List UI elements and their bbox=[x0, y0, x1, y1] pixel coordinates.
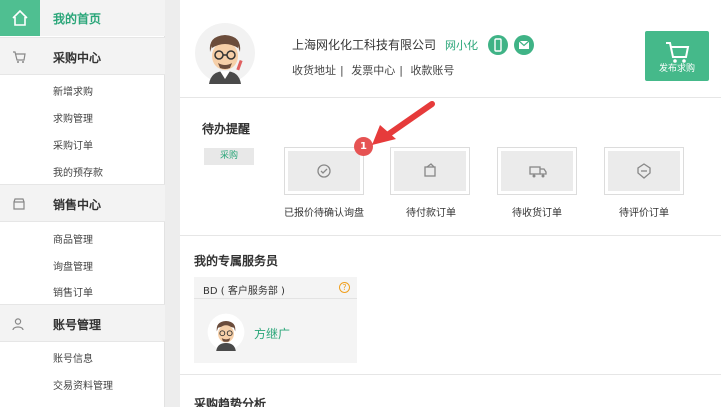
question-icon[interactable]: ? bbox=[339, 282, 350, 293]
company-name: 上海网化化工科技有限公司 bbox=[292, 38, 437, 52]
divider bbox=[180, 374, 721, 375]
sidebar-item-trade-docs[interactable]: 交易资料管理 bbox=[53, 377, 113, 392]
link-separator: | bbox=[340, 64, 344, 77]
rating-icon bbox=[637, 163, 651, 179]
sidebar: 我的首页 采购中心 新增求购 求购管理 采购订单 我的预存款 销售中心 商品管理… bbox=[0, 0, 165, 407]
user-nickname: 网小化 bbox=[445, 39, 478, 52]
service-title: 我的专属服务员 bbox=[194, 254, 279, 268]
sidebar-item-home[interactable]: 我的首页 bbox=[0, 0, 165, 36]
todo-label-pending-receipt: 待收货订单 bbox=[512, 208, 562, 219]
sidebar-item-products[interactable]: 商品管理 bbox=[53, 231, 93, 246]
todo-item-quoted-inquiry[interactable] bbox=[284, 147, 364, 195]
sidebar-item-prepaid[interactable]: 我的预存款 bbox=[53, 164, 103, 179]
sidebar-section-purchase[interactable]: 采购中心 bbox=[0, 37, 165, 75]
link-payment-account[interactable]: 收款账号 bbox=[410, 64, 454, 77]
link-invoice-center[interactable]: 发票中心 bbox=[351, 64, 395, 77]
service-rep-name[interactable]: 方继广 bbox=[254, 325, 290, 342]
trend-title: 采购趋势分析 bbox=[194, 397, 267, 407]
check-circle-icon bbox=[317, 164, 331, 178]
divider bbox=[180, 235, 721, 236]
payment-icon bbox=[424, 163, 436, 177]
service-card-header: BD ( 客户服务部 ) ? bbox=[194, 277, 357, 299]
main-panel: 上海网化化工科技有限公司 网小化 收货地址 | 发票中心 | 收款账号 发布求购 待… bbox=[180, 0, 721, 407]
link-separator: | bbox=[399, 64, 403, 77]
profile-links: 收货地址 | 发票中心 | 收款账号 bbox=[292, 62, 458, 78]
sidebar-item-inquiries[interactable]: 询盘管理 bbox=[53, 258, 93, 273]
sidebar-section-sales[interactable]: 销售中心 bbox=[0, 184, 165, 222]
sidebar-home-label: 我的首页 bbox=[53, 12, 102, 26]
todo-title: 待办提醒 bbox=[202, 122, 251, 136]
truck-icon bbox=[529, 166, 547, 178]
todo-item-pending-payment[interactable] bbox=[390, 147, 470, 195]
cart-icon bbox=[13, 51, 26, 63]
sidebar-item-purchase-orders[interactable]: 采购订单 bbox=[53, 137, 93, 152]
divider bbox=[180, 97, 721, 98]
link-shipping-address[interactable]: 收货地址 bbox=[292, 64, 336, 77]
arrow-annotation-icon bbox=[372, 101, 435, 145]
service-card: BD ( 客户服务部 ) ? 方继广 bbox=[194, 277, 357, 363]
todo-label-quoted-inquiry: 已报价待确认询盘 bbox=[284, 208, 364, 219]
service-rep-avatar bbox=[207, 313, 245, 351]
service-department: BD ( 客户服务部 ) bbox=[203, 286, 285, 297]
todo-label-pending-review: 待评价订单 bbox=[619, 208, 669, 219]
sidebar-item-request-manage[interactable]: 求购管理 bbox=[53, 110, 93, 125]
email-icon[interactable] bbox=[514, 35, 534, 55]
shop-icon bbox=[13, 198, 25, 210]
sidebar-section-label: 销售中心 bbox=[53, 198, 102, 212]
avatar bbox=[195, 23, 255, 84]
todo-label-pending-payment: 待付款订单 bbox=[406, 208, 456, 219]
todo-item-pending-review[interactable] bbox=[604, 147, 684, 195]
home-icon-box bbox=[0, 0, 40, 36]
sidebar-item-new-request[interactable]: 新增求购 bbox=[53, 83, 93, 98]
publish-request-button[interactable]: 发布求购 bbox=[645, 31, 709, 81]
sidebar-section-account[interactable]: 账号管理 bbox=[0, 304, 165, 342]
sidebar-item-account-info[interactable]: 账号信息 bbox=[53, 350, 93, 365]
publish-request-label: 发布求购 bbox=[658, 64, 695, 74]
todo-item-pending-receipt[interactable] bbox=[497, 147, 577, 195]
sidebar-section-label: 采购中心 bbox=[53, 51, 102, 65]
sidebar-section-label: 账号管理 bbox=[53, 318, 102, 332]
todo-tag-purchase[interactable]: 采购 bbox=[204, 148, 254, 165]
user-settings-icon bbox=[12, 318, 24, 331]
sidebar-item-sales-orders[interactable]: 销售订单 bbox=[53, 284, 93, 299]
phone-icon[interactable] bbox=[488, 35, 508, 55]
home-icon bbox=[12, 9, 28, 26]
